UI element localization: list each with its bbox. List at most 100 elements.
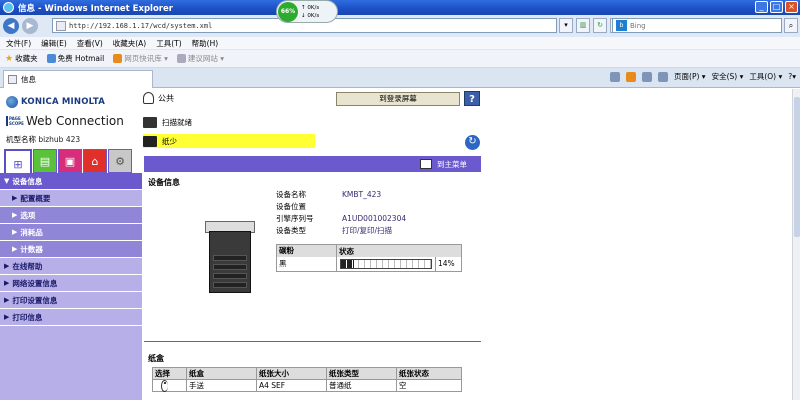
nav-online-help[interactable]: ▶ 在线帮助 [0,258,142,275]
rss-icon [626,71,637,82]
nav-print-info[interactable]: ▶ 打印信息 [0,309,142,326]
page-content: KONICA MINOLTA PAGE SCOPE Web Connection … [0,89,800,400]
forward-button[interactable]: ▶ [22,18,38,34]
tray-header-row: 选择 纸盒 纸张大小 纸张类型 纸张状态 [153,367,461,380]
nav-network-settings[interactable]: ▶ 网络设置信息 [0,275,142,292]
download-rate: ↓ 0K/s [301,12,320,19]
tools-menu[interactable]: 工具(O) ▾ [749,71,782,82]
info-row-type: 设备类型 打印/复印/扫描 [276,225,393,235]
webslice-icon [113,54,123,63]
hotmail-icon [46,54,56,63]
scan-status: 扫描就绪 [143,117,192,128]
window-titlebar: 信息 - Windows Internet Explorer _ □ × [0,0,800,15]
refresh-icon[interactable]: ↻ [593,18,607,33]
nav-consumables[interactable]: ▶ 消耗品 [0,224,142,241]
page-icon [56,20,66,31]
mail-icon [642,71,653,82]
scanner-icon [143,117,157,128]
favorite-hotmail[interactable]: 免费 Hotmail [46,53,104,64]
top-menu-link[interactable]: 到主菜单 [420,158,467,170]
safety-menu[interactable]: 安全(S) ▾ [712,71,744,82]
main-menu-icon [420,159,432,169]
device-info-table: 设备名称 KMBT_423 设备位置 引擎序列号 A1UD001002304 设备类… [276,188,406,236]
menu-tools[interactable]: 工具(T) [156,38,181,49]
nav-counter[interactable]: ▶ 计数器 [0,241,142,258]
home-button[interactable] [610,71,621,82]
toner-table: 碳粉 状态 黑 14% [276,244,462,272]
section-divider [144,341,481,342]
favorite-suggested-sites[interactable]: 建议网站 ▾ [176,53,224,64]
menu-edit[interactable]: 编辑(E) [41,38,67,49]
tab-direct-print-icon[interactable]: ⌂ [83,149,107,173]
toner-row-black: 黑 14% [277,257,461,271]
info-row-device-name: 设备名称 KMBT_423 [276,189,382,199]
favorites-button[interactable]: ★ 收藏夹 [5,53,38,64]
bing-icon: b [616,20,627,31]
network-usage-percent: 66% [278,1,298,22]
menu-favorites[interactable]: 收藏夹(A) [113,38,146,49]
status-header: 状态 [339,246,354,256]
nav-print-settings[interactable]: ▶ 打印设置信息 [0,292,142,309]
toner-header: 碳粉 [277,245,337,257]
nav-device-info[interactable]: ▼ 设备信息 [0,173,142,190]
compatibility-view-icon[interactable]: ▥ [576,18,590,33]
address-dropdown-button[interactable]: ▾ [559,18,573,33]
tab-info[interactable]: 信息 [3,70,153,88]
pagescope-logo: PAGE SCOPE Web Connection [6,114,124,128]
page-menu[interactable]: 页面(P) ▾ [674,71,706,82]
page-scrollbar[interactable] [792,89,800,400]
print-button[interactable] [658,71,669,82]
help-button[interactable]: ? [464,91,480,106]
info-row-location: 设备位置 [276,201,306,211]
toner-level-bar [340,259,432,269]
back-button[interactable]: ◀ [3,18,19,34]
user-icon [143,92,154,104]
menu-help[interactable]: 帮助(H) [192,38,219,49]
user-indicator: 公共 [143,92,174,104]
tab-bar: 信息 页面(P) ▾ 安全(S) ▾ 工具(O) ▾ ?▾ [0,68,800,88]
tab-store-address-icon[interactable]: ⚙ [108,149,132,173]
printer-image [205,217,255,295]
konica-minolta-logo: KONICA MINOLTA [6,96,105,108]
menu-view[interactable]: 查看(V) [77,38,103,49]
device-info-title: 设备信息 [148,178,180,187]
network-speed-widget[interactable]: 66% ↑ 0K/s ↓ 0K/s [276,0,338,23]
nav-options[interactable]: ▶ 选项 [0,207,142,224]
nav-filler [0,326,142,400]
tray-select-radio[interactable] [161,379,168,392]
minimize-button[interactable]: _ [755,1,768,13]
close-button[interactable]: × [785,1,798,13]
favorites-bar: ★ 收藏夹 免费 Hotmail 网页快讯库 ▾ 建议网站 ▾ [0,50,800,68]
left-navigation: ▼ 设备信息 ▶ 配置概要 ▶ 选项 ▶ 消耗品 ▶ 计数器 ▶ 在线帮助 ▶ 网络设置信息 … [0,173,142,400]
window-title: 信息 - Windows Internet Explorer [18,3,173,14]
search-box[interactable]: b [612,18,782,33]
home-icon [610,71,621,82]
paper-tray-title: 纸盒 [148,354,164,363]
search-input[interactable] [630,21,770,30]
tab-job-icon[interactable]: ▤ [33,149,57,173]
mail-button[interactable] [642,71,653,82]
address-url: http://192.168.1.17/wcd/system.xml [69,21,213,30]
maximize-button[interactable]: □ [770,1,783,13]
feeds-button[interactable] [626,71,637,82]
menu-file[interactable]: 文件(F) [6,38,31,49]
refresh-status-button[interactable]: ↻ [465,135,480,150]
nav-config-summary[interactable]: ▶ 配置概要 [0,190,142,207]
globe-logo-icon [6,96,18,108]
printer-warning-icon [143,135,157,147]
favorite-webslice-gallery[interactable]: 网页快讯库 ▾ [113,53,168,64]
upload-rate: ↑ 0K/s [301,4,320,11]
tray-row: 手送 A4 SEF 普通纸 空 [153,379,461,392]
web-connection-title: Web Connection [26,114,124,128]
info-row-serial: 引擎序列号 A1UD001002304 [276,213,407,223]
ie-logo-icon [3,2,14,13]
star-icon: ★ [5,53,14,64]
help-menu[interactable]: ?▾ [788,72,796,81]
paper-tray-table: 选择 纸盒 纸张大小 纸张类型 纸张状态 手送 A4 SEF 普通纸 空 [152,367,462,392]
tab-box-icon[interactable]: ▣ [58,149,82,173]
address-toolbar: ◀ ▶ http://192.168.1.17/wcd/system.xml ▾… [0,15,800,37]
login-screen-button[interactable]: 到登录屏幕 [336,92,460,106]
tab-page-icon [8,75,17,84]
search-go-icon[interactable]: ⌕ [784,18,798,33]
toner-percent: 14% [435,257,455,271]
